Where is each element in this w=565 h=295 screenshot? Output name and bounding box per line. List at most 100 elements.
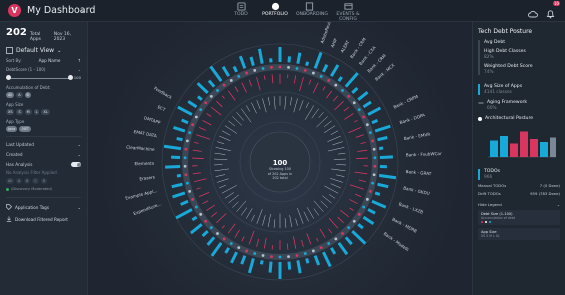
debt-dot [191, 123, 195, 127]
type-chip[interactable]: .NET [19, 126, 31, 132]
app-label: Bank - FsubWCar [406, 151, 442, 158]
activity-line [328, 194, 336, 199]
activity-line [241, 207, 248, 216]
cloud-icon[interactable] [528, 10, 538, 18]
app-type-chips: Java .NET [6, 126, 81, 132]
sort-row[interactable]: Sort By: App Name ↑ [6, 58, 81, 63]
size-chip[interactable]: S [16, 109, 23, 115]
app-size-bar [209, 65, 223, 82]
slider-min-handle[interactable] [6, 75, 11, 80]
debt-dot [237, 75, 241, 78]
debt-line [196, 187, 201, 190]
size-chip[interactable]: M [24, 109, 32, 115]
debt-dot [319, 75, 323, 78]
arch-bar [500, 136, 508, 157]
top-right-actions: 10 [528, 1, 561, 23]
application-tags-button[interactable]: Application Tags ⌄ [6, 204, 81, 210]
app-label: ALERT [340, 39, 351, 53]
app-size-bar [173, 125, 186, 133]
legend-toggle[interactable]: Hide Legend ⌄ [478, 202, 560, 207]
legend-dot [485, 221, 487, 223]
app-logo-icon[interactable]: V [8, 4, 21, 17]
nav-portfolio[interactable]: PORTFOLIO [262, 2, 288, 22]
disabled-chip: D [40, 178, 48, 184]
drift-todos-row[interactable]: Drift TODOs 959 (783 Done) [478, 191, 560, 196]
size-chip[interactable]: L [33, 109, 40, 115]
activity-line [217, 141, 225, 145]
size-chip[interactable]: XS [6, 109, 15, 115]
chevron-down-icon[interactable]: ⌄ [78, 67, 81, 72]
accum-chip[interactable]: A [16, 92, 23, 98]
debt-score-slider[interactable]: 100 [6, 75, 81, 81]
slider-max-handle[interactable] [68, 75, 73, 80]
app-size-bar [371, 118, 379, 125]
size-chip[interactable]: XL [41, 109, 50, 115]
accum-chip[interactable]: All [6, 92, 15, 98]
debt-dot [365, 123, 369, 127]
activity-line [214, 152, 226, 155]
tag-icon [6, 204, 12, 210]
activity-line [338, 152, 346, 155]
view-selector[interactable]: Default View ⌄ [6, 47, 81, 54]
activity-line [251, 214, 255, 222]
has-analysis-toggle[interactable] [71, 162, 81, 167]
app-size-bar [176, 173, 182, 178]
debt-line [343, 106, 350, 112]
app-size-bar [187, 100, 198, 109]
app-size-bar [351, 230, 367, 245]
app-size-bar [337, 242, 349, 256]
debt-dot [334, 83, 338, 87]
debt-line [198, 127, 206, 131]
debt-dot [371, 139, 375, 143]
status-dot-icon [6, 187, 9, 191]
debt-dot [204, 219, 208, 223]
debt-line [202, 119, 212, 126]
chevron-down-icon[interactable]: ⌄ [80, 6, 86, 14]
activity-line [313, 208, 319, 216]
discovery-label: (Discovery Moderated) [11, 187, 53, 191]
nav-todo[interactable]: TODO [228, 2, 254, 22]
app-size-bar [322, 64, 329, 73]
nav-onboarding[interactable]: ONBOARDING [296, 2, 328, 22]
created-dropdown[interactable]: Created ⌄ [6, 152, 81, 157]
sort-direction-icon[interactable]: ↑ [77, 58, 81, 63]
sort-value[interactable]: App Name [39, 58, 61, 63]
arch-bar [540, 142, 548, 157]
drift-todos-label: Drift TODOs [478, 191, 501, 196]
activity-line [327, 147, 345, 152]
last-updated-dropdown[interactable]: Last Updated ⌄ [6, 142, 81, 147]
debt-line [360, 142, 366, 145]
activity-line [320, 200, 328, 208]
manual-todos-label: Manual TODOs [478, 183, 507, 188]
debt-dot [352, 219, 356, 223]
app-size-bar [287, 56, 291, 63]
debt-dot [278, 255, 282, 259]
app-label: Example Appl... [125, 188, 158, 201]
accum-chip[interactable]: B [24, 92, 31, 98]
legend-dots [481, 221, 557, 223]
app-size-bar [351, 86, 359, 94]
app-size-bar [377, 182, 389, 189]
activity-line [245, 208, 253, 219]
debt-dot [237, 246, 241, 249]
debt-dot [334, 237, 338, 241]
architectural-posture-chart [488, 131, 558, 158]
app-size-bar [189, 223, 203, 235]
activity-line [330, 183, 341, 189]
manual-todos-row[interactable]: Manual TODOs 7 (0 Done) [478, 183, 560, 188]
app-size-bar [172, 191, 186, 199]
app-size-bar [296, 52, 302, 64]
debt-dot [319, 246, 323, 249]
app-size-bar [196, 95, 203, 101]
debt-dot [295, 67, 299, 70]
nav-events[interactable]: EVENTS & CONFIG [330, 2, 366, 22]
app-label: Bank - GRAT [405, 169, 432, 176]
app-size-bar [287, 261, 292, 270]
notification-bell[interactable]: 10 [546, 1, 561, 23]
activity-line [293, 98, 298, 113]
app-type-label: App Type [6, 119, 25, 124]
app-label: Expenditure... [133, 201, 162, 216]
type-chip[interactable]: Java [6, 126, 18, 132]
download-report-label: Download Filtered Report [15, 216, 68, 222]
download-report-button[interactable]: Download Filtered Report [6, 216, 81, 222]
